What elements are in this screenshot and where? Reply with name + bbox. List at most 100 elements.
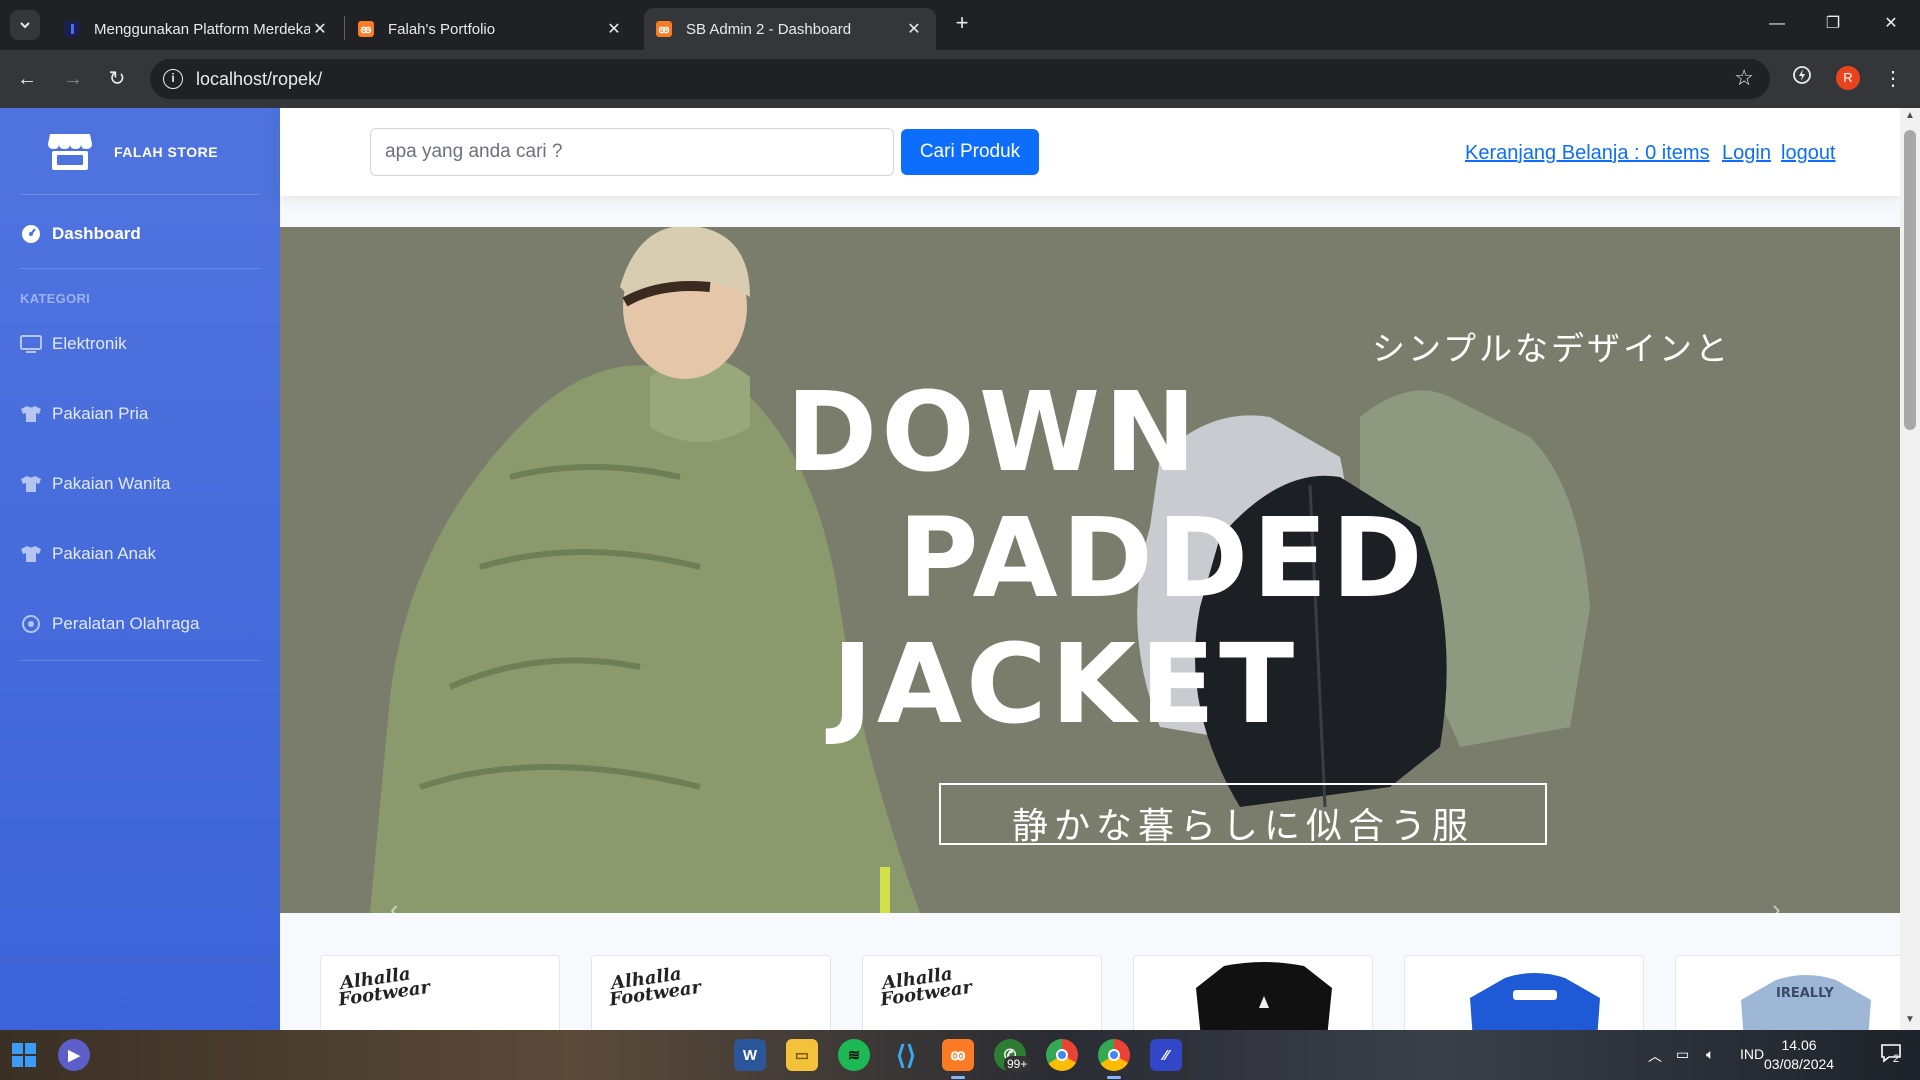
minimize-icon[interactable]: — xyxy=(1762,10,1792,38)
scroll-down-icon[interactable]: ▼ xyxy=(1904,1014,1916,1028)
active-app-indicator xyxy=(1107,1076,1121,1079)
sidebar-item-elektronik[interactable]: Elektronik xyxy=(20,324,260,364)
product-card[interactable] xyxy=(1404,955,1644,1030)
sidebar: FALAH STORE Dashboard KATEGORI Elektroni… xyxy=(0,108,280,1030)
word-icon[interactable]: W xyxy=(734,1039,766,1071)
merdeka-favicon-icon xyxy=(64,21,80,37)
sidebar-divider xyxy=(20,660,260,661)
logout-link[interactable]: logout xyxy=(1781,142,1836,165)
sidebar-item-pakaian-pria[interactable]: Pakaian Pria xyxy=(20,394,260,434)
tab-separator xyxy=(344,16,345,40)
banner-headline-line1: DOWN xyxy=(786,368,1201,496)
close-tab-icon[interactable]: ✕ xyxy=(904,19,924,39)
windows-start-icon[interactable] xyxy=(8,1039,40,1071)
windows-taskbar: ▶ W ▭ ≋ ⟨⟩ ꙭ ✆ 99+ ⁄⁄ ︿ ▭ 🔈︎ IND 14.06 0… xyxy=(0,1030,1920,1080)
login-link[interactable]: Login xyxy=(1722,142,1771,165)
browser-tab-merdeka[interactable]: Menggunakan Platform Merdeka ✕ xyxy=(52,8,342,50)
sidebar-brand[interactable]: FALAH STORE xyxy=(0,108,280,194)
extension-icon[interactable] xyxy=(1787,64,1817,94)
page-scrollbar[interactable]: ▲ ▼ xyxy=(1900,108,1920,1030)
close-window-icon[interactable]: ✕ xyxy=(1876,10,1906,38)
new-tab-button[interactable]: + xyxy=(950,12,974,36)
product-card[interactable]: IREALLY xyxy=(1675,955,1900,1030)
sidebar-item-peralatan-olahraga[interactable]: Peralatan Olahraga xyxy=(20,604,260,644)
tray-expand-icon[interactable]: ︿ xyxy=(1648,1046,1662,1066)
product-card[interactable]: Alhalla Footwear xyxy=(591,955,831,1030)
banner-japanese-caption: 静かな暮らしに似合う服 xyxy=(1011,806,1474,847)
bookmark-star-icon[interactable]: ☆ xyxy=(1734,65,1754,91)
sidebar-heading: KATEGORI xyxy=(20,291,91,306)
hero-banner[interactable]: シンプルなデザインと DOWN PADDED JACKET 静かな暮らしに似合う… xyxy=(280,227,1900,913)
notification-center-icon[interactable]: 2 xyxy=(1880,1042,1906,1068)
page-viewport: FALAH STORE Dashboard KATEGORI Elektroni… xyxy=(0,108,1920,1030)
cart-link[interactable]: Keranjang Belanja : 0 items xyxy=(1465,142,1710,165)
vscode-icon[interactable]: ⟨⟩ xyxy=(890,1039,922,1071)
blue-shirt-image xyxy=(1470,973,1600,1030)
black-shirt-image xyxy=(1196,962,1332,1030)
spotify-icon[interactable]: ≋ xyxy=(838,1039,870,1071)
sidebar-item-label: Peralatan Olahraga xyxy=(52,614,200,633)
browser-tab-dashboard[interactable]: ꙭ SB Admin 2 - Dashboard ✕ xyxy=(644,8,936,50)
volume-icon[interactable]: 🔈︎ xyxy=(1706,1046,1714,1063)
address-bar[interactable]: i localhost/ropek/ ☆ xyxy=(150,59,1770,99)
battery-icon[interactable]: ▭ xyxy=(1676,1046,1689,1063)
store-icon xyxy=(48,134,92,170)
tachometer-icon xyxy=(20,223,42,245)
tshirt-icon xyxy=(20,403,42,425)
forward-arrow-icon[interactable]: → xyxy=(58,64,88,94)
back-arrow-icon[interactable]: ← xyxy=(12,64,42,94)
browser-tab-portfolio[interactable]: ꙭ Falah's Portfolio ✕ xyxy=(346,8,636,50)
chrome-profile-icon[interactable] xyxy=(1098,1039,1130,1071)
file-explorer-icon[interactable]: ▭ xyxy=(786,1039,818,1071)
banner-headline-line3: JACKET xyxy=(832,620,1299,748)
xampp-icon[interactable]: ꙭ xyxy=(942,1039,974,1071)
desktop-icon xyxy=(20,333,42,355)
close-tab-icon[interactable]: ✕ xyxy=(310,19,330,39)
search-input[interactable] xyxy=(370,128,894,176)
banner-headline-line2: PADDED xyxy=(898,494,1427,622)
close-tab-icon[interactable]: ✕ xyxy=(604,19,624,39)
banner-japanese-caption-box: 静かな暮らしに似合う服 xyxy=(939,783,1547,847)
language-indicator[interactable]: IND xyxy=(1740,1046,1764,1062)
banner-japanese-tagline: シンプルなデザインと xyxy=(1372,329,1732,368)
site-info-icon[interactable]: i xyxy=(163,69,183,89)
sidebar-divider xyxy=(20,194,260,195)
restore-icon[interactable]: ❐ xyxy=(1818,10,1848,38)
notification-badge: 99+ xyxy=(1004,1056,1031,1072)
chrome-icon[interactable] xyxy=(1046,1039,1078,1071)
performance-icon xyxy=(1793,66,1811,84)
product-card[interactable]: Alhalla Footwear xyxy=(862,955,1102,1030)
reload-icon[interactable]: ↻ xyxy=(102,64,132,94)
search-button[interactable]: Cari Produk xyxy=(901,129,1039,175)
tab-search-button[interactable] xyxy=(10,10,40,40)
sidebar-item-dashboard[interactable]: Dashboard xyxy=(20,214,260,254)
sidebar-item-pakaian-anak[interactable]: Pakaian Anak xyxy=(20,534,260,574)
product-brand-logo: Alhalla Footwear xyxy=(879,963,974,1011)
teams-meet-icon[interactable]: ▶ xyxy=(58,1039,90,1071)
url-text: localhost/ropek/ xyxy=(196,69,323,89)
scroll-thumb[interactable] xyxy=(1904,130,1916,430)
product-grid: Alhalla Footwear Alhalla Footwear Alhalla F… xyxy=(280,913,1900,1030)
sidebar-item-label: Pakaian Pria xyxy=(52,404,149,423)
tab-title: SB Admin 2 - Dashboard xyxy=(686,20,852,38)
tab-title: Falah's Portfolio xyxy=(388,20,496,38)
code-editor-icon[interactable]: ⁄⁄ xyxy=(1150,1039,1182,1071)
tshirt-icon xyxy=(20,473,42,495)
product-card[interactable]: Alhalla Footwear xyxy=(320,955,560,1030)
clock-time: 14.06 xyxy=(1781,1037,1817,1053)
sidebar-item-label: Pakaian Anak xyxy=(52,544,156,563)
top-navbar: Cari Produk Keranjang Belanja : 0 items … xyxy=(280,108,1900,196)
scroll-up-icon[interactable]: ▲ xyxy=(1904,110,1916,124)
ball-icon xyxy=(20,613,42,635)
system-clock[interactable]: 14.06 03/08/2024 xyxy=(1764,1036,1834,1074)
notification-count: 2 xyxy=(1893,1053,1900,1065)
sidebar-item-label: Elektronik xyxy=(52,334,127,353)
sidebar-divider xyxy=(20,268,260,269)
profile-avatar[interactable]: R xyxy=(1836,66,1860,90)
product-card[interactable] xyxy=(1133,955,1373,1030)
tshirt-icon xyxy=(20,543,42,565)
browser-tab-bar: Menggunakan Platform Merdeka ✕ ꙭ Falah's… xyxy=(0,0,1920,50)
sidebar-item-pakaian-wanita[interactable]: Pakaian Wanita xyxy=(20,464,260,504)
browser-menu-icon[interactable]: ⋮ xyxy=(1878,64,1908,94)
xampp-favicon-icon: ꙭ xyxy=(656,21,672,37)
